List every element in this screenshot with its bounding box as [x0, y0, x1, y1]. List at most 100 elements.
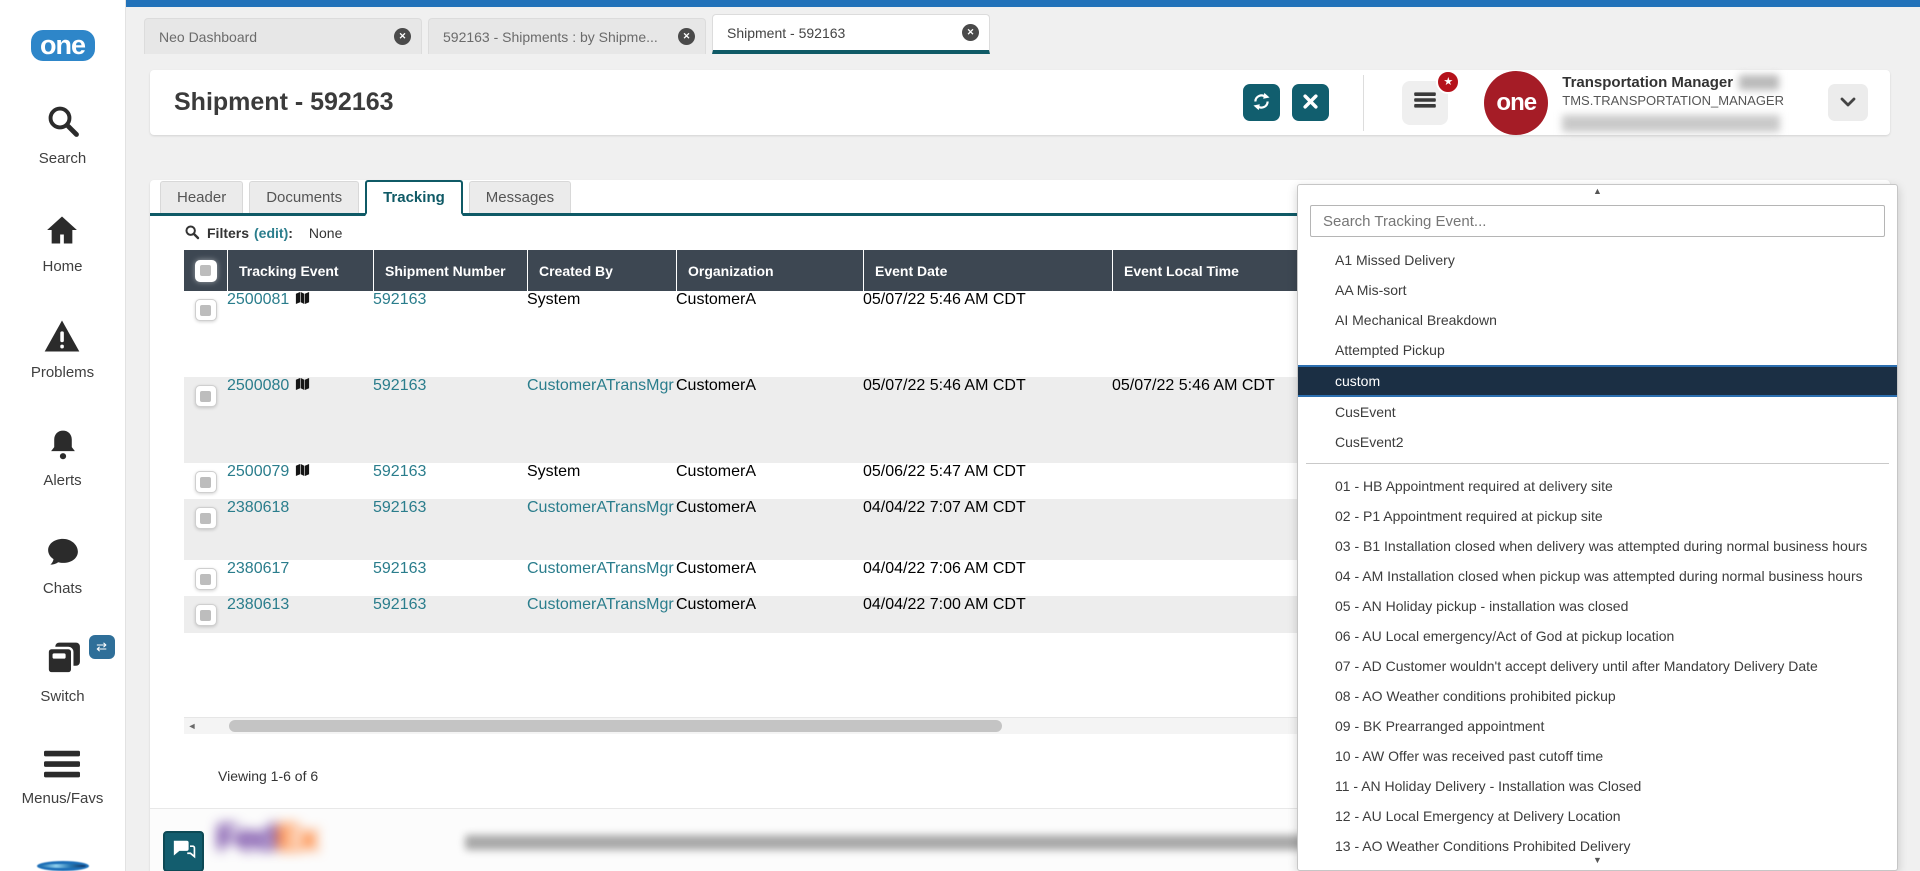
- organization: CustomerA: [676, 463, 863, 499]
- chat-button[interactable]: [163, 831, 204, 871]
- row-checkbox[interactable]: [195, 568, 217, 590]
- dropdown-option[interactable]: 11 - AN Holiday Delivery - Installation …: [1298, 771, 1897, 801]
- col-created-by[interactable]: Created By: [527, 250, 676, 291]
- dropdown-option[interactable]: 07 - AD Customer wouldn't accept deliver…: [1298, 651, 1897, 681]
- row-checkbox[interactable]: [195, 507, 217, 529]
- sidebar-item-search[interactable]: Search: [39, 103, 87, 167]
- chevron-down-icon: [1840, 95, 1856, 110]
- tab-shipments-list[interactable]: 592163 - Shipments : by Shipme... ✕: [428, 18, 706, 54]
- sidebar-item-home[interactable]: Home: [42, 213, 82, 275]
- hamburger-icon: [1413, 91, 1437, 114]
- sidebar-item-problems[interactable]: Problems: [31, 319, 94, 381]
- created-by-link[interactable]: CustomerATransMgr: [527, 596, 674, 613]
- tab-messages[interactable]: Messages: [469, 181, 571, 213]
- redacted-text: [1739, 75, 1779, 90]
- switch-icon: [43, 639, 83, 682]
- dropdown-option-selected[interactable]: custom: [1298, 365, 1897, 397]
- user-dropdown-button[interactable]: [1828, 84, 1868, 121]
- shipment-link[interactable]: 592163: [373, 499, 426, 516]
- refresh-button[interactable]: [1243, 84, 1280, 121]
- dropdown-option[interactable]: 02 - P1 Appointment required at pickup s…: [1298, 501, 1897, 531]
- chat-bubbles-icon: [172, 838, 196, 865]
- tab-header[interactable]: Header: [160, 181, 243, 213]
- tab-documents[interactable]: Documents: [249, 181, 359, 213]
- row-checkbox[interactable]: [195, 471, 217, 493]
- tracking-event-link[interactable]: 2380613: [227, 596, 289, 613]
- tracking-event-link[interactable]: 2500081: [227, 291, 289, 309]
- hamburger-icon: [42, 749, 82, 784]
- shipment-link[interactable]: 592163: [373, 291, 426, 308]
- user-name: Transportation Manager: [1562, 74, 1784, 93]
- created-by-link[interactable]: CustomerATransMgr: [527, 560, 674, 577]
- home-icon: [44, 213, 80, 252]
- close-icon[interactable]: ✕: [962, 24, 979, 41]
- dropdown-option[interactable]: 05 - AN Holiday pickup - installation wa…: [1298, 591, 1897, 621]
- close-icon[interactable]: ✕: [678, 28, 695, 45]
- dropdown-option[interactable]: CusEvent: [1298, 397, 1897, 427]
- switch-badge-icon[interactable]: ⇄: [89, 635, 115, 659]
- tracking-event-link[interactable]: 2380617: [227, 560, 289, 577]
- sidebar-item-switch[interactable]: ⇄ Switch: [40, 639, 84, 705]
- dropdown-option[interactable]: 06 - AU Local emergency/Act of God at pi…: [1298, 621, 1897, 651]
- dropdown-option[interactable]: 09 - BK Prearranged appointment: [1298, 711, 1897, 741]
- user-org-logo[interactable]: one: [1484, 71, 1548, 135]
- shipment-link[interactable]: 592163: [373, 560, 426, 577]
- tab-neo-dashboard[interactable]: Neo Dashboard ✕: [144, 18, 422, 54]
- dropdown-option[interactable]: 08 - AO Weather conditions prohibited pi…: [1298, 681, 1897, 711]
- map-icon[interactable]: [295, 463, 310, 481]
- event-date: 04/04/22 7:06 AM CDT: [863, 560, 1112, 596]
- map-icon[interactable]: [295, 377, 310, 395]
- dropdown-option[interactable]: A1 Missed Delivery: [1298, 245, 1897, 275]
- created-by-link[interactable]: CustomerATransMgr: [527, 499, 674, 516]
- tracking-event-search-input[interactable]: [1310, 205, 1885, 237]
- scrollbar-thumb[interactable]: [229, 720, 1002, 732]
- sidebar-item-label: Switch: [40, 688, 84, 705]
- browser-tabstrip: Neo Dashboard ✕ 592163 - Shipments : by …: [126, 7, 1920, 54]
- shipment-link[interactable]: 592163: [373, 596, 426, 613]
- dropdown-option[interactable]: 12 - AU Local Emergency at Delivery Loca…: [1298, 801, 1897, 831]
- created-by-link[interactable]: CustomerATransMgr: [527, 377, 674, 394]
- scroll-left-icon[interactable]: ◄: [184, 721, 200, 731]
- event-date: 04/04/22 7:00 AM CDT: [863, 596, 1112, 633]
- tracking-event-link[interactable]: 2380618: [227, 499, 289, 516]
- shipment-link[interactable]: 592163: [373, 463, 426, 480]
- dropdown-option[interactable]: 04 - AM Installation closed when pickup …: [1298, 561, 1897, 591]
- col-event-date[interactable]: Event Date: [863, 250, 1112, 291]
- tracking-event-link[interactable]: 2500079: [227, 463, 289, 481]
- tracking-event-link[interactable]: 2500080: [227, 377, 289, 395]
- sidebar-item-chats[interactable]: Chats: [43, 537, 82, 597]
- scroll-up-icon[interactable]: ▲: [1298, 185, 1897, 198]
- col-organization[interactable]: Organization: [676, 250, 863, 291]
- tab-tracking[interactable]: Tracking: [365, 180, 463, 216]
- row-checkbox[interactable]: [195, 299, 217, 321]
- col-tracking-event[interactable]: Tracking Event: [227, 250, 373, 291]
- refresh-icon: [1251, 91, 1272, 115]
- filters-edit-link[interactable]: (edit): [254, 225, 288, 241]
- sidebar-item-alerts[interactable]: Alerts: [43, 427, 81, 489]
- sidebar-item-label: Menus/Favs: [22, 790, 104, 807]
- user-menu-button[interactable]: ★: [1402, 81, 1448, 125]
- close-button[interactable]: [1292, 84, 1329, 121]
- select-all-checkbox[interactable]: [195, 260, 217, 282]
- tab-shipment-592163[interactable]: Shipment - 592163 ✕: [712, 14, 990, 54]
- one-logo[interactable]: one: [31, 30, 95, 61]
- row-checkbox[interactable]: [195, 385, 217, 407]
- star-badge-icon: ★: [1436, 70, 1460, 94]
- sidebar-item-menus-favs[interactable]: Menus/Favs: [22, 749, 104, 807]
- dropdown-option[interactable]: AI Mechanical Breakdown: [1298, 305, 1897, 335]
- dropdown-option[interactable]: 10 - AW Offer was received past cutoff t…: [1298, 741, 1897, 771]
- dropdown-option[interactable]: CusEvent2: [1298, 427, 1897, 457]
- map-icon[interactable]: [295, 291, 310, 309]
- event-date: 04/04/22 7:07 AM CDT: [863, 499, 1112, 560]
- close-icon[interactable]: ✕: [394, 28, 411, 45]
- avatar[interactable]: [37, 861, 89, 871]
- dropdown-option[interactable]: 03 - B1 Installation closed when deliver…: [1298, 531, 1897, 561]
- row-checkbox[interactable]: [195, 604, 217, 626]
- dropdown-option[interactable]: AA Mis-sort: [1298, 275, 1897, 305]
- dropdown-divider: [1306, 463, 1889, 464]
- col-shipment-number[interactable]: Shipment Number: [373, 250, 527, 291]
- shipment-link[interactable]: 592163: [373, 377, 426, 394]
- scroll-down-icon[interactable]: ▼: [1298, 854, 1897, 867]
- dropdown-option[interactable]: 01 - HB Appointment required at delivery…: [1298, 471, 1897, 501]
- dropdown-option[interactable]: Attempted Pickup: [1298, 335, 1897, 365]
